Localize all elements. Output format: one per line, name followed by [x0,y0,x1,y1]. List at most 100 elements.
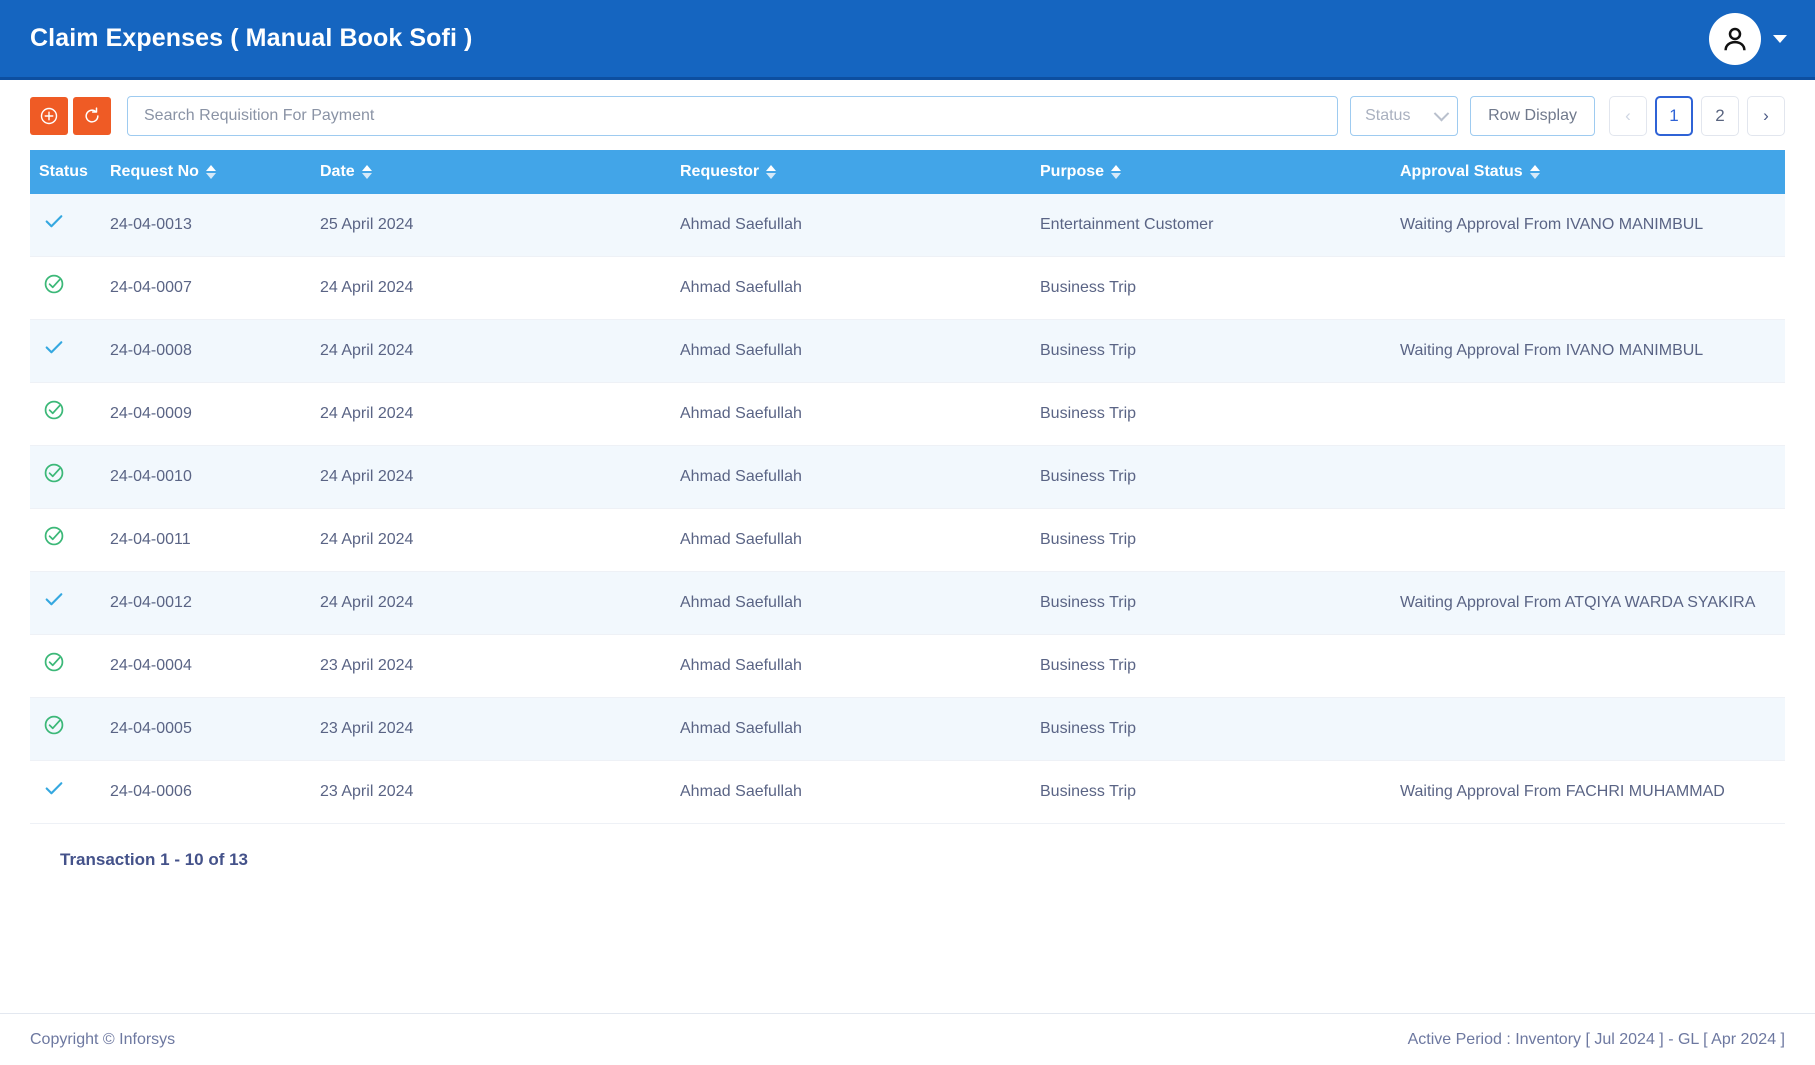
cell-date: 24 April 2024 [320,382,680,446]
refresh-button[interactable] [73,97,111,135]
check-circle-icon [39,714,69,736]
column-label: Purpose [1040,163,1105,180]
column-label: Approval Status [1400,163,1523,180]
cell-date: 24 April 2024 [320,508,680,572]
table-row[interactable]: 24-04-0007 24 April 2024 Ahmad Saefullah Bu… [30,256,1785,320]
cell-purpose: Business Trip [1040,508,1400,572]
cell-approval-status [1400,445,1785,509]
pagination-page-1[interactable]: 1 [1655,96,1693,136]
table-row[interactable]: 24-04-0009 24 April 2024 Ahmad Saefullah Bu… [30,382,1785,446]
cell-purpose: Business Trip [1040,319,1400,383]
table-header-row: Status Request No Date Requestor Purpose [30,150,1785,194]
check-icon [39,777,69,799]
cell-requestor: Ahmad Saefullah [680,697,1040,761]
cell-approval-status: Waiting Approval From IVANO MANIMBUL [1400,319,1785,383]
requisition-table: Status Request No Date Requestor Purpose [30,150,1785,824]
sort-icon[interactable] [1529,165,1540,179]
cell-approval-status [1400,382,1785,446]
cell-purpose: Business Trip [1040,382,1400,446]
cell-purpose: Business Trip [1040,634,1400,698]
cell-status [30,382,110,446]
cell-requestor: Ahmad Saefullah [680,634,1040,698]
cell-request-no: 24-04-0004 [110,634,320,698]
cell-request-no: 24-04-0006 [110,760,320,824]
cell-status [30,634,110,698]
column-header-approval-status[interactable]: Approval Status [1400,150,1785,194]
cell-requestor: Ahmad Saefullah [680,194,1040,257]
row-display-button[interactable]: Row Display [1470,96,1595,136]
caret-down-icon[interactable] [1773,34,1787,43]
cell-requestor: Ahmad Saefullah [680,382,1040,446]
status-filter-dropdown[interactable]: Status [1350,96,1459,136]
cell-approval-status: Waiting Approval From FACHRI MUHAMMAD [1400,760,1785,824]
cell-request-no: 24-04-0005 [110,697,320,761]
check-icon [39,588,69,610]
pagination-page-2[interactable]: 2 [1701,96,1739,136]
table-row[interactable]: 24-04-0013 25 April 2024 Ahmad Saefullah En… [30,194,1785,257]
toolbar: Status Row Display ‹ 1 2 › [0,80,1815,150]
cell-request-no: 24-04-0009 [110,382,320,446]
table-head: Status Request No Date Requestor Purpose [30,150,1785,194]
cell-requestor: Ahmad Saefullah [680,319,1040,383]
check-icon [39,336,69,358]
table-row[interactable]: 24-04-0012 24 April 2024 Ahmad Saefullah Bu… [30,571,1785,635]
table-row[interactable]: 24-04-0006 23 April 2024 Ahmad Saefullah Bu… [30,760,1785,824]
check-circle-icon [39,525,69,547]
cell-request-no: 24-04-0010 [110,445,320,509]
cell-approval-status: Waiting Approval From ATQIYA WARDA SYAKI… [1400,571,1785,635]
cell-date: 23 April 2024 [320,634,680,698]
chevron-right-icon: › [1763,106,1769,125]
cell-status [30,319,110,383]
add-button[interactable] [30,97,68,135]
check-icon [39,210,69,232]
cell-requestor: Ahmad Saefullah [680,508,1040,572]
cell-status [30,445,110,509]
avatar[interactable] [1709,12,1761,65]
column-header-purpose[interactable]: Purpose [1040,150,1400,194]
column-header-status[interactable]: Status [30,150,110,194]
requisition-table-container: Status Request No Date Requestor Purpose [0,150,1815,870]
cell-date: 23 April 2024 [320,697,680,761]
status-filter-label: Status [1365,107,1411,124]
cell-requestor: Ahmad Saefullah [680,445,1040,509]
table-row[interactable]: 24-04-0005 23 April 2024 Ahmad Saefullah Bu… [30,697,1785,761]
cell-approval-status [1400,634,1785,698]
cell-request-no: 24-04-0012 [110,571,320,635]
check-circle-icon [39,273,69,295]
cell-date: 24 April 2024 [320,445,680,509]
cell-purpose: Business Trip [1040,760,1400,824]
cell-purpose: Entertainment Customer [1040,194,1400,257]
column-header-date[interactable]: Date [320,150,680,194]
check-circle-icon [39,462,69,484]
table-row[interactable]: 24-04-0011 24 April 2024 Ahmad Saefullah Bu… [30,508,1785,572]
user-icon [1724,27,1746,50]
check-circle-icon [39,651,69,673]
table-row[interactable]: 24-04-0004 23 April 2024 Ahmad Saefullah Bu… [30,634,1785,698]
column-header-request-no[interactable]: Request No [110,150,320,194]
cell-status [30,194,110,257]
user-menu[interactable] [1709,12,1787,65]
plus-circle-icon [40,107,58,125]
cell-approval-status: Waiting Approval From IVANO MANIMBUL [1400,194,1785,257]
column-header-requestor[interactable]: Requestor [680,150,1040,194]
sort-icon[interactable] [361,165,372,179]
pagination-next-button[interactable]: › [1747,96,1785,136]
pagination-prev-button[interactable]: ‹ [1609,96,1647,136]
table-body: 24-04-0013 25 April 2024 Ahmad Saefullah En… [30,194,1785,824]
search-input[interactable] [127,96,1339,136]
column-label: Status [39,163,88,180]
sort-icon[interactable] [1111,165,1122,179]
cell-date: 24 April 2024 [320,319,680,383]
cell-date: 23 April 2024 [320,760,680,824]
cell-purpose: Business Trip [1040,571,1400,635]
sort-icon[interactable] [205,165,216,179]
cell-requestor: Ahmad Saefullah [680,760,1040,824]
cell-status [30,760,110,824]
table-row[interactable]: 24-04-0010 24 April 2024 Ahmad Saefullah Bu… [30,445,1785,509]
cell-status [30,508,110,572]
table-row[interactable]: 24-04-0008 24 April 2024 Ahmad Saefullah Bu… [30,319,1785,383]
page-title: Claim Expenses ( Manual Book Sofi ) [30,24,473,52]
cell-approval-status [1400,697,1785,761]
sort-icon[interactable] [766,165,777,179]
cell-purpose: Business Trip [1040,445,1400,509]
